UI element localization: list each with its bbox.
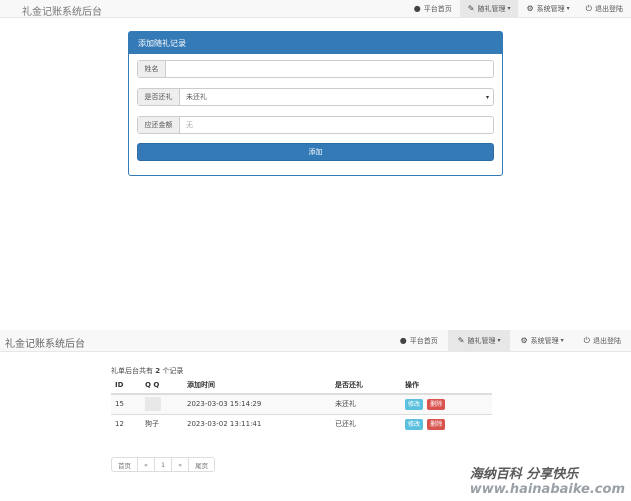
chevron-down-icon: ▾ [507, 5, 511, 12]
power-icon: ⏻ [585, 3, 592, 13]
records-summary: 礼单后台共有 2 个记录 [111, 367, 184, 375]
name-label: 姓名 [138, 61, 166, 77]
records-count: 2 [155, 367, 161, 375]
pagination-page-1[interactable]: 1 [155, 458, 173, 471]
records-table: ID Q Q 添加时间 是否还礼 操作 15 2023-03-03 15:14:… [111, 377, 492, 434]
add-button[interactable]: 添加 [137, 143, 494, 161]
row-returned: 未还礼 [331, 393, 401, 414]
column-header-time: 添加时间 [183, 377, 331, 395]
chevron-down-icon: ▾ [560, 337, 564, 344]
watermark: 海纳百科 分享快乐 www.hainabaike.com [470, 463, 625, 497]
amount-form-group: 应还金额 无 [137, 116, 494, 134]
pin-icon: ✎ [457, 336, 465, 345]
name-form-group: 姓名 [137, 60, 494, 78]
select-arrow-icon: ▾ [485, 93, 489, 101]
delete-button[interactable]: 删除 [427, 418, 446, 430]
nav-label: 随礼管理 [477, 4, 506, 13]
row-qq: 狗子 [141, 413, 183, 434]
nav-item-gift-management[interactable]: ✎ 随礼管理 ▾ [447, 330, 511, 351]
row-returned: 已还礼 [331, 413, 401, 434]
brand-title[interactable]: 礼金记账系统后台 [22, 3, 102, 18]
watermark-url: www.hainabaike.com [469, 482, 625, 497]
nav-item-logout[interactable]: ⏻ 退出登陆 [578, 0, 631, 17]
nav-label: 平台首页 [423, 4, 452, 13]
nav-label: 平台首页 [409, 336, 438, 345]
row-time: 2023-03-03 15:14:29 [183, 393, 331, 414]
add-record-panel: 添加随礼记录 姓名 是否还礼 未还礼 ▾ 应还金额 无 添加 [128, 31, 503, 176]
nav-item-system-management[interactable]: ⚙ 系统管理 ▾ [518, 0, 577, 17]
nav-item-system-management[interactable]: ⚙ 系统管理 ▾ [510, 330, 573, 351]
table-row: 12 狗子 2023-03-02 13:11:41 已还礼 修改 删除 [111, 413, 492, 434]
row-actions: 修改 删除 [401, 393, 492, 414]
pin-icon: ✎ [467, 4, 475, 13]
row-time: 2023-03-02 13:11:41 [183, 413, 331, 434]
row-qq [141, 393, 183, 414]
bottom-navbar: 礼金记账系统后台 ● 平台首页 ✎ 随礼管理 ▾ ⚙ 系统管理 ▾ ⏻ 退出登陆 [0, 330, 631, 352]
top-nav-menu: ● 平台首页 ✎ 随礼管理 ▾ ⚙ 系统管理 ▾ ⏻ 退出登陆 [406, 0, 631, 17]
watermark-main: 海纳百科 分享快乐 [469, 467, 579, 482]
gear-icon: ⚙ [526, 4, 534, 13]
returned-select[interactable]: 未还礼 ▾ [180, 89, 493, 105]
delete-button[interactable]: 删除 [427, 398, 446, 410]
column-header-id: ID [111, 377, 141, 395]
gear-icon: ⚙ [520, 336, 528, 345]
amount-input[interactable]: 无 [180, 117, 493, 133]
nav-item-logout[interactable]: ⏻ 退出登陆 [574, 330, 631, 351]
chevron-down-icon: ▾ [566, 5, 570, 12]
panel-title: 添加随礼记录 [129, 32, 502, 54]
nav-label: 系统管理 [536, 4, 565, 13]
avatar-thumbnail [145, 397, 161, 412]
pagination: 首页 « 1 » 尾页 [111, 457, 216, 472]
brand-title[interactable]: 礼金记账系统后台 [5, 335, 85, 350]
nav-label: 随礼管理 [467, 336, 496, 345]
table-row: 15 2023-03-03 15:14:29 未还礼 修改 删除 [111, 393, 492, 414]
pagination-prev[interactable]: « [138, 458, 155, 471]
pagination-last[interactable]: 尾页 [189, 458, 214, 471]
edit-button[interactable]: 修改 [405, 398, 424, 410]
column-header-qq: Q Q [141, 377, 183, 395]
amount-label: 应还金额 [138, 117, 180, 133]
returned-form-group: 是否还礼 未还礼 ▾ [137, 88, 494, 106]
column-header-actions: 操作 [401, 377, 492, 395]
edit-button[interactable]: 修改 [405, 418, 424, 430]
nav-label: 退出登陆 [593, 336, 621, 345]
nav-label: 退出登陆 [595, 4, 623, 13]
bottom-nav-menu: ● 平台首页 ✎ 随礼管理 ▾ ⚙ 系统管理 ▾ ⏻ 退出登陆 [390, 330, 631, 351]
user-icon: ● [413, 4, 421, 13]
nav-item-home[interactable]: ● 平台首页 [406, 0, 460, 17]
returned-label: 是否还礼 [138, 89, 180, 105]
row-actions: 修改 删除 [401, 413, 492, 434]
power-icon: ⏻ [583, 335, 590, 345]
user-icon: ● [399, 336, 407, 345]
nav-item-home[interactable]: ● 平台首页 [390, 330, 448, 351]
returned-select-value: 未还礼 [186, 93, 207, 101]
table-header-row: ID Q Q 添加时间 是否还礼 操作 [111, 377, 492, 395]
nav-label: 系统管理 [530, 336, 559, 345]
pagination-first[interactable]: 首页 [112, 458, 138, 471]
row-id: 15 [111, 393, 141, 414]
pagination-next[interactable]: » [172, 458, 190, 471]
row-id: 12 [111, 413, 141, 434]
chevron-down-icon: ▾ [497, 337, 501, 344]
name-input[interactable] [166, 61, 493, 77]
top-navbar: 礼金记账系统后台 ● 平台首页 ✎ 随礼管理 ▾ ⚙ 系统管理 ▾ ⏻ 退出登陆 [0, 0, 631, 18]
column-header-returned: 是否还礼 [331, 377, 401, 395]
nav-item-gift-management[interactable]: ✎ 随礼管理 ▾ [459, 0, 519, 17]
